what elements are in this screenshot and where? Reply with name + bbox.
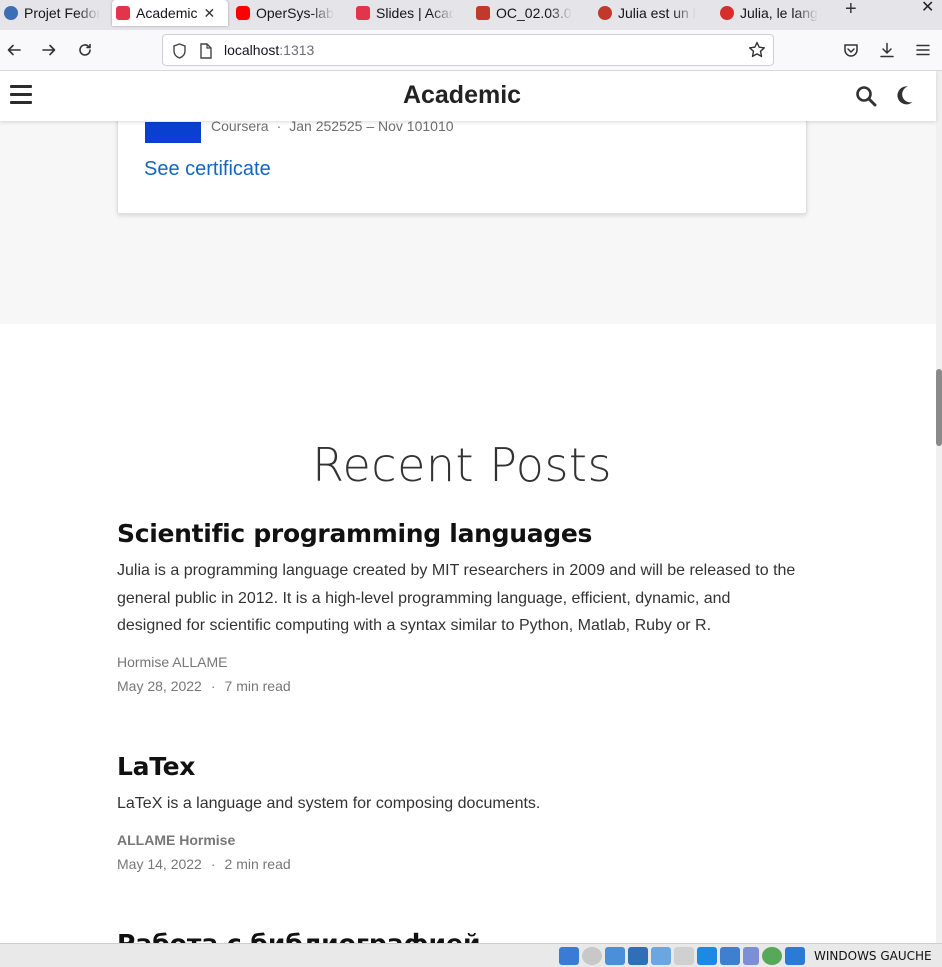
post-meta: May 28, 2022 · 7 min read bbox=[117, 678, 797, 694]
network-icon[interactable] bbox=[628, 947, 648, 965]
dark-mode-moon-icon[interactable] bbox=[896, 85, 914, 105]
post-date: May 28, 2022 bbox=[117, 677, 202, 694]
post-summary[interactable]: LaTeX is a language and system for compo… bbox=[117, 790, 797, 818]
forward-button[interactable] bbox=[39, 40, 59, 60]
post-read-time: 2 min read bbox=[224, 855, 291, 872]
screen-icon[interactable] bbox=[697, 947, 717, 965]
vm-status-bar: WINDOWS GAUCHE bbox=[0, 943, 942, 967]
back-button[interactable] bbox=[4, 40, 24, 60]
recent-posts-heading: Recent Posts bbox=[312, 438, 612, 492]
usb-icon[interactable] bbox=[605, 947, 625, 965]
academic-favicon-icon bbox=[356, 6, 370, 20]
post-summary[interactable]: Julia is a programming language created … bbox=[117, 557, 797, 640]
youtube-favicon-icon bbox=[236, 6, 250, 20]
pocket-icon bbox=[844, 44, 858, 57]
site-favicon-icon bbox=[598, 6, 612, 20]
search-icon[interactable] bbox=[855, 85, 877, 107]
shared-folder-icon[interactable] bbox=[651, 947, 671, 965]
document-favicon-icon bbox=[476, 6, 490, 20]
meta-separator: · bbox=[210, 855, 216, 872]
tab-projet-fedora[interactable]: Projet Fedora bbox=[0, 0, 108, 26]
see-certificate-link[interactable]: See certificate bbox=[144, 158, 271, 181]
downloads-button[interactable] bbox=[877, 40, 897, 60]
tab-slides-academic[interactable]: Slides | Academic bbox=[352, 0, 470, 26]
display-icon[interactable] bbox=[674, 947, 694, 965]
new-tab-button[interactable]: + bbox=[845, 0, 857, 19]
site-header: Academic bbox=[0, 71, 936, 121]
post-item: LaTex LaTeX is a language and system for… bbox=[117, 752, 797, 872]
host-key-label: WINDOWS GAUCHE bbox=[814, 949, 932, 963]
url-bar[interactable]: localhost:1313 bbox=[162, 34, 774, 66]
tab-julia-est-un[interactable]: Julia est un l bbox=[594, 0, 714, 26]
vm-icon[interactable] bbox=[743, 947, 759, 965]
globe-icon[interactable] bbox=[762, 947, 782, 965]
tab-close-icon[interactable]: ✕ bbox=[203, 5, 215, 22]
coursera-logo bbox=[145, 122, 201, 143]
download-arrow-icon[interactable] bbox=[785, 947, 805, 965]
scrollbar-thumb[interactable] bbox=[936, 369, 942, 446]
pocket-button[interactable] bbox=[841, 40, 861, 60]
fedora-favicon-icon bbox=[4, 6, 18, 20]
page-info-icon[interactable] bbox=[199, 43, 212, 59]
arrow-right-icon bbox=[42, 44, 56, 56]
post-title-link[interactable]: Работа с библиографией bbox=[117, 929, 480, 943]
windows-icon[interactable] bbox=[720, 947, 740, 965]
audio-icon[interactable] bbox=[559, 947, 579, 965]
optical-drive-icon[interactable] bbox=[582, 947, 602, 965]
site-favicon-icon bbox=[720, 6, 734, 20]
url-host: localhost bbox=[224, 42, 280, 58]
url-port: :1313 bbox=[279, 42, 315, 58]
page-viewport: Coursera · Jan 252525 – Nov 101010 See cer… bbox=[0, 71, 942, 943]
post-title-link[interactable]: LaTex bbox=[117, 752, 797, 781]
tab-academic[interactable]: Academic ✕ bbox=[112, 0, 228, 26]
app-menu-button[interactable] bbox=[913, 40, 933, 60]
post-author[interactable]: Hormise ALLAME bbox=[117, 654, 797, 670]
reload-button[interactable] bbox=[75, 40, 95, 60]
tab-julia-le-lang[interactable]: Julia, le lang bbox=[716, 0, 826, 26]
post-read-time: 7 min read bbox=[224, 677, 291, 694]
hamburger-menu-icon bbox=[916, 44, 930, 56]
reload-icon bbox=[79, 43, 91, 56]
tab-oc-02-03[interactable]: OC_02.03.0 bbox=[472, 0, 592, 26]
download-icon bbox=[880, 42, 894, 58]
meta-separator: · bbox=[210, 677, 216, 694]
site-title[interactable]: Academic bbox=[0, 81, 924, 110]
window-close-button[interactable]: ✕ bbox=[921, 0, 934, 16]
browser-tab-strip: Projet Fedora Academic ✕ OperSys-lab Sli… bbox=[0, 0, 942, 30]
academic-favicon-icon bbox=[116, 6, 130, 20]
page-scrollbar[interactable] bbox=[936, 71, 942, 943]
post-title-link[interactable]: Scientific programming languages bbox=[117, 519, 797, 548]
post-item: Scientific programming languages Julia i… bbox=[117, 519, 797, 694]
status-tray bbox=[559, 947, 805, 965]
star-bookmark-icon[interactable] bbox=[748, 41, 766, 59]
tab-opersys-lab[interactable]: OperSys-lab bbox=[232, 0, 350, 26]
post-meta: May 14, 2022 · 2 min read bbox=[117, 856, 797, 872]
url-text[interactable]: localhost:1313 bbox=[224, 42, 314, 58]
browser-navbar: localhost:1313 bbox=[0, 30, 942, 71]
shield-icon[interactable] bbox=[172, 43, 187, 59]
post-date: May 14, 2022 bbox=[117, 855, 202, 872]
arrow-left-icon bbox=[7, 44, 21, 56]
post-author[interactable]: ALLAME Hormise bbox=[117, 832, 797, 848]
